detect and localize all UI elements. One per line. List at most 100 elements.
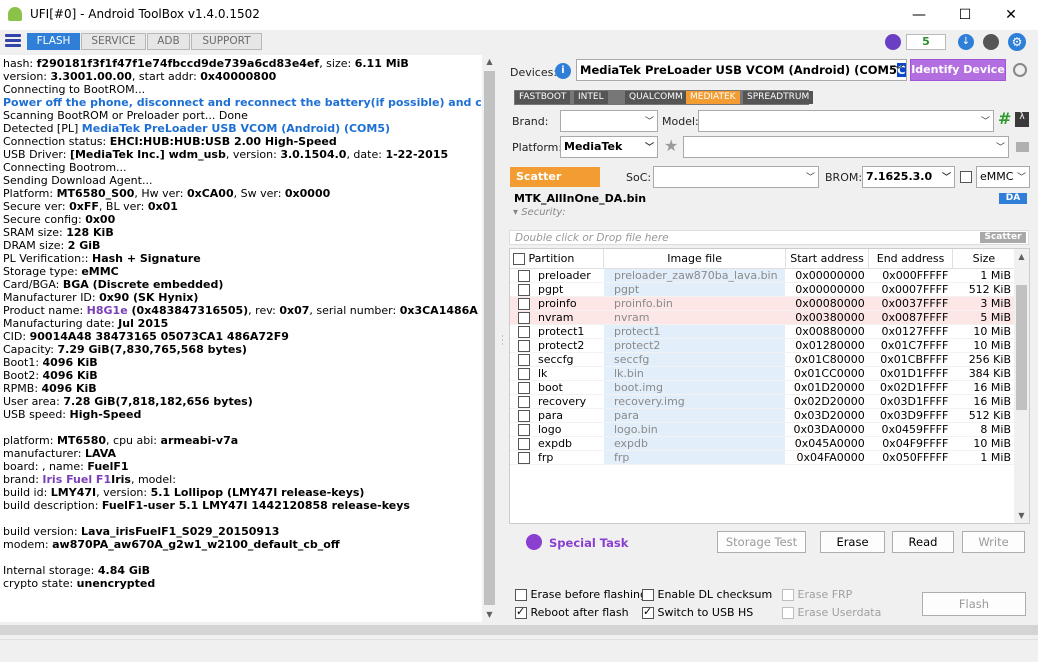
scroll-thumb[interactable] — [484, 71, 495, 605]
erase-userdata-option[interactable]: Erase Userdata — [782, 606, 881, 619]
table-row[interactable]: lk lk.bin 0x01CC0000 0x01D1FFFF 384 KiB — [510, 366, 1015, 380]
table-row[interactable]: boot boot.img 0x01D20000 0x02D1FFFF 16 MiB — [510, 380, 1015, 394]
table-row[interactable]: para para 0x03D20000 0x03D9FFFF 512 KiB — [510, 408, 1015, 422]
row-checkbox[interactable] — [518, 339, 530, 352]
table-row[interactable]: proinfo proinfo.bin 0x00080000 0x0037FFFF 3 … — [510, 296, 1015, 310]
reboot-after-option[interactable]: Reboot after flash — [515, 606, 629, 619]
row-checkbox[interactable] — [518, 311, 530, 324]
row-checkbox[interactable] — [518, 409, 530, 422]
da-file[interactable]: MTK_AllInOne_DA.bin — [514, 192, 646, 205]
drop-zone[interactable]: Double click or Drop file here Scatter — [509, 230, 1029, 245]
storage-select[interactable]: eMMC ﹀ — [976, 166, 1030, 188]
select-all-checkbox[interactable] — [513, 252, 525, 265]
row-checkbox[interactable] — [518, 451, 530, 464]
scroll-up-icon[interactable]: ▲ — [1014, 252, 1029, 261]
switch-usb-option[interactable]: Switch to USB HS — [642, 606, 753, 619]
row-checkbox[interactable] — [518, 423, 530, 436]
erase-frp-option[interactable]: Erase FRP — [782, 588, 852, 601]
minimize-button[interactable]: — — [896, 0, 942, 30]
flash-button[interactable]: Flash — [922, 592, 1026, 616]
col-start-address[interactable]: Start address — [785, 249, 870, 268]
log-text: build version: — [3, 525, 82, 538]
row-checkbox[interactable] — [518, 367, 530, 380]
table-row[interactable]: nvram nvram 0x00380000 0x0087FFFF 5 MiB — [510, 310, 1015, 324]
table-row[interactable]: logo logo.bin 0x03DA0000 0x0459FFFF 8 MiB — [510, 422, 1015, 436]
devices-select[interactable]: MediaTek PreLoader USB VCOM (Android) (C… — [576, 59, 907, 81]
col-end-address[interactable]: End address — [868, 249, 953, 268]
menu-icon[interactable] — [5, 33, 21, 49]
read-button[interactable]: Read — [892, 531, 954, 553]
pdf-icon[interactable]: λ — [1015, 112, 1029, 127]
info-icon[interactable] — [983, 34, 999, 50]
col-image-file[interactable]: Image file — [603, 249, 786, 268]
splitter[interactable]: · · · — [498, 55, 508, 622]
brand-select[interactable]: ﹀ — [560, 110, 658, 132]
erase-frp-checkbox[interactable] — [782, 589, 794, 601]
tab-adb[interactable]: ADB — [147, 33, 190, 50]
table-row[interactable]: pgpt pgpt 0x00000000 0x0007FFFF 512 KiB — [510, 282, 1015, 296]
log-scrollbar[interactable]: ▲ ▼ — [482, 55, 497, 622]
globe-icon[interactable] — [885, 34, 901, 50]
tab-qualcomm[interactable]: QUALCOMM — [625, 91, 687, 104]
tab-intel[interactable]: INTEL — [574, 91, 608, 104]
tab-service[interactable]: SERVICE — [81, 33, 146, 50]
scroll-down-icon[interactable]: ▼ — [1014, 511, 1029, 520]
switch-usb-checkbox[interactable] — [642, 607, 654, 619]
gear-icon[interactable]: ⚙ — [1008, 33, 1026, 51]
storage-test-button[interactable]: Storage Test — [717, 531, 806, 553]
table-scrollbar[interactable]: ▲ ▼ — [1014, 249, 1029, 523]
erase-button[interactable]: Erase — [820, 531, 885, 553]
download-icon[interactable]: ↓ — [958, 34, 974, 50]
row-checkbox[interactable] — [518, 325, 530, 338]
scatter-button[interactable]: Scatter — [510, 167, 600, 187]
table-row[interactable]: expdb expdb 0x045A0000 0x04F9FFFF 10 MiB — [510, 436, 1015, 450]
tab-fastboot[interactable]: FASTBOOT — [515, 91, 571, 104]
maximize-button[interactable]: ☐ — [942, 0, 988, 30]
storage-checkbox[interactable] — [960, 171, 972, 183]
security-toggle[interactable]: ▾ Security: — [513, 207, 566, 218]
tab-spreadtrum[interactable]: SPREADTRUM — [743, 91, 814, 104]
row-checkbox[interactable] — [518, 353, 530, 366]
table-row[interactable]: preloader preloader_zaw870ba_lava.bin 0x00… — [510, 268, 1015, 282]
power-icon[interactable] — [1013, 63, 1027, 77]
platform-select[interactable]: MediaTek ﹀ — [560, 136, 658, 158]
row-checkbox[interactable] — [518, 269, 530, 282]
row-checkbox[interactable] — [518, 297, 530, 310]
reboot-after-checkbox[interactable] — [515, 607, 527, 619]
erase-userdata-checkbox[interactable] — [782, 607, 794, 619]
tab-support[interactable]: SUPPORT — [191, 33, 262, 50]
tab-mediatek[interactable]: MEDIATEK — [686, 91, 740, 104]
col-size[interactable]: Size — [952, 249, 1015, 268]
tab-flash[interactable]: FLASH — [27, 33, 80, 50]
erase-before-checkbox[interactable] — [515, 589, 527, 601]
enable-dl-checkbox[interactable] — [642, 589, 654, 601]
info-icon[interactable]: i — [555, 63, 571, 79]
table-row[interactable]: recovery recovery.img 0x02D20000 0x03D1FFFF… — [510, 394, 1015, 408]
write-button[interactable]: Write — [962, 531, 1025, 553]
erase-before-option[interactable]: Erase before flashing — [515, 588, 647, 601]
android-icon — [8, 7, 22, 21]
scroll-down-icon[interactable]: ▼ — [482, 610, 497, 619]
table-row[interactable]: protect2 protect2 0x01280000 0x01C7FFFF 10 M… — [510, 338, 1015, 352]
table-row[interactable]: protect1 protect1 0x00880000 0x0127FFFF 10 M… — [510, 324, 1015, 338]
close-button[interactable]: ✕ — [988, 0, 1034, 30]
identify-device-button[interactable]: Identify Device — [910, 59, 1006, 81]
enable-dl-option[interactable]: Enable DL checksum — [642, 588, 772, 601]
row-checkbox[interactable] — [518, 381, 530, 394]
favorite-select[interactable]: ﹀ — [683, 136, 1009, 158]
special-task-link[interactable]: Special Task — [549, 536, 628, 550]
table-row[interactable]: frp frp 0x04FA0000 0x050FFFFF 1 MiB — [510, 450, 1015, 464]
brom-select[interactable]: 7.1625.3.0 ﹀ — [862, 166, 955, 188]
scroll-up-icon[interactable]: ▲ — [482, 57, 497, 66]
row-checkbox[interactable] — [518, 395, 530, 408]
star-icon[interactable]: ★ — [664, 136, 678, 155]
row-checkbox[interactable] — [518, 283, 530, 296]
row-checkbox[interactable] — [518, 437, 530, 450]
soc-select[interactable]: ﹀ — [653, 166, 819, 188]
hash-icon[interactable]: # — [998, 109, 1011, 128]
col-partition[interactable]: Partition — [529, 252, 575, 265]
folder-icon[interactable] — [1016, 142, 1029, 152]
table-row[interactable]: seccfg seccfg 0x01C80000 0x01CBFFFF 256 KiB — [510, 352, 1015, 366]
scroll-thumb[interactable] — [1016, 285, 1027, 410]
model-select[interactable]: ﹀ — [698, 110, 994, 132]
